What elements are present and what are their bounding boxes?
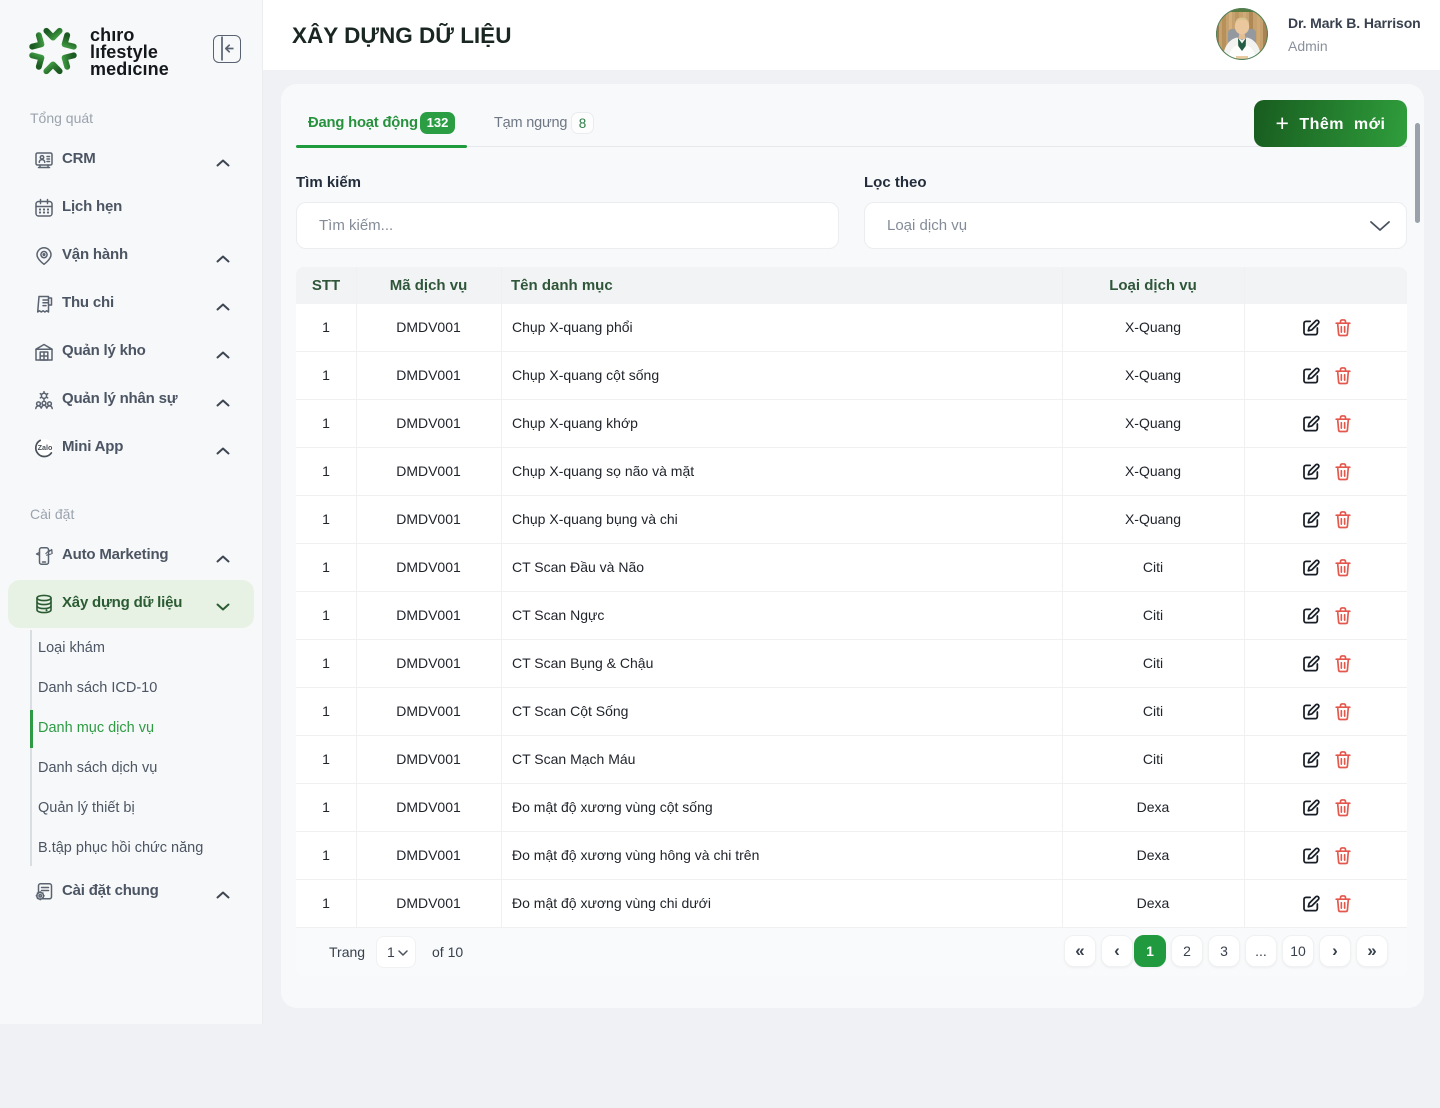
- svg-text:Zalo: Zalo: [38, 443, 53, 452]
